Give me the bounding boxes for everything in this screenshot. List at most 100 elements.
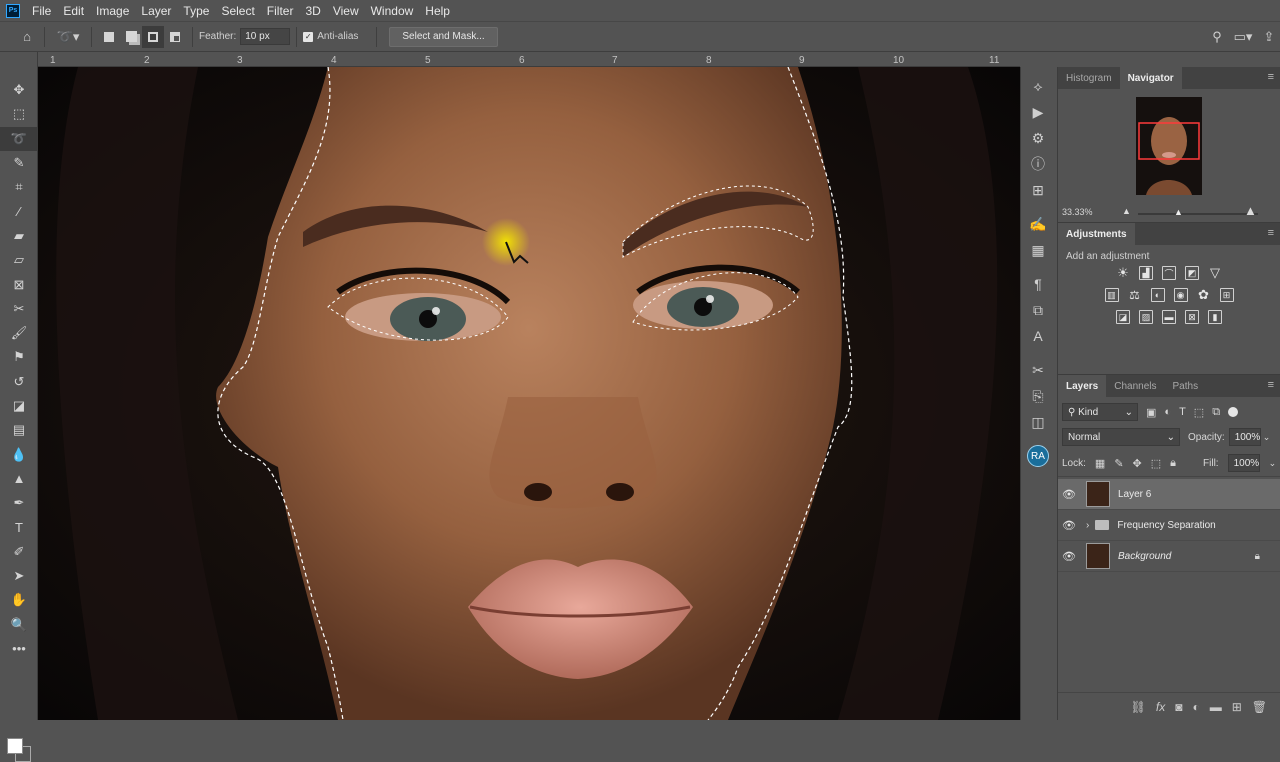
- eraser-tool-icon[interactable]: ◪: [0, 394, 38, 418]
- hue-saturation-icon[interactable]: ▥: [1104, 288, 1119, 302]
- filter-smart-object-icon[interactable]: ⧉: [1212, 406, 1220, 419]
- layer-row-frequency-separation[interactable]: 👁︎ › Frequency Separation: [1058, 510, 1280, 541]
- tab-histogram[interactable]: Histogram: [1058, 67, 1120, 89]
- actions-play-icon[interactable]: ▶: [1021, 99, 1055, 125]
- lock-position-icon[interactable]: ✥: [1133, 457, 1142, 470]
- move-tool-icon[interactable]: ✥: [0, 78, 38, 102]
- new-group-icon[interactable]: ▬: [1210, 700, 1222, 714]
- menu-help[interactable]: Help: [419, 4, 456, 18]
- layer-row-layer-6[interactable]: 👁︎ Layer 6: [1058, 479, 1280, 510]
- layer-filter-dropdown[interactable]: ⚲ Kind ⌄: [1062, 403, 1138, 421]
- lock-artboard-icon[interactable]: ⬚: [1151, 457, 1161, 470]
- menu-type[interactable]: Type: [177, 4, 215, 18]
- add-mask-icon[interactable]: ◙: [1175, 700, 1182, 714]
- new-adjustment-layer-icon[interactable]: ◐: [1192, 700, 1199, 714]
- blur-tool-icon[interactable]: 💧: [0, 442, 38, 466]
- more-tools-icon[interactable]: •••: [0, 637, 38, 661]
- menu-select[interactable]: Select: [215, 4, 260, 18]
- type-tool-icon[interactable]: T: [0, 515, 38, 539]
- clone-source-icon[interactable]: ⧉: [1021, 297, 1055, 323]
- brushes-icon[interactable]: ▦: [1021, 237, 1055, 263]
- layer-effects-icon[interactable]: fx: [1156, 700, 1165, 714]
- intersect-selection-icon[interactable]: [164, 26, 186, 48]
- antialias-checkbox[interactable]: ✓: [303, 31, 314, 42]
- menu-filter[interactable]: Filter: [261, 4, 300, 18]
- pen-tool-icon[interactable]: ✒: [0, 491, 38, 515]
- lock-transparent-icon[interactable]: ▦: [1095, 457, 1105, 470]
- lasso-tool-preset-icon[interactable]: ➰▾: [51, 26, 85, 48]
- tab-adjustments[interactable]: Adjustments: [1058, 223, 1135, 245]
- visibility-eye-icon[interactable]: 👁︎: [1058, 488, 1080, 501]
- navigator-zoom-value[interactable]: 33.33%: [1062, 207, 1093, 217]
- lasso-tool-icon[interactable]: ➰: [0, 126, 38, 151]
- foreground-color-swatch[interactable]: [7, 738, 23, 754]
- character-icon[interactable]: A: [1021, 323, 1055, 349]
- filter-toggle-icon[interactable]: [1228, 407, 1239, 417]
- selective-color-icon[interactable]: ⊠: [1185, 310, 1199, 324]
- exposure-icon[interactable]: ◩: [1185, 266, 1199, 280]
- filter-pixel-icon[interactable]: ▣: [1146, 406, 1156, 419]
- hand-tool-icon[interactable]: ✋: [0, 588, 38, 612]
- menu-3d[interactable]: 3D: [299, 4, 326, 18]
- direct-select-icon[interactable]: ➤: [0, 564, 38, 588]
- history-brush-icon[interactable]: ↺: [0, 370, 38, 394]
- dodge-tool-icon[interactable]: ▲: [0, 467, 38, 491]
- navigator-thumbnail[interactable]: [1136, 97, 1202, 195]
- menu-edit[interactable]: Edit: [57, 4, 90, 18]
- new-selection-icon[interactable]: [98, 26, 120, 48]
- invert-icon[interactable]: ◪: [1116, 310, 1130, 324]
- add-selection-icon[interactable]: [120, 26, 142, 48]
- brush-settings-icon[interactable]: ✍: [1021, 211, 1055, 237]
- path-select-icon[interactable]: ✐: [0, 540, 38, 564]
- quick-select-tool-icon[interactable]: ✎: [0, 151, 38, 175]
- tool-presets-icon[interactable]: ✂: [1021, 357, 1055, 383]
- photo-filter-icon[interactable]: ◉: [1173, 288, 1188, 302]
- crop-tool-icon[interactable]: ⌗: [0, 175, 38, 199]
- menu-window[interactable]: Window: [365, 4, 420, 18]
- properties-icon[interactable]: ⚙: [1021, 125, 1055, 151]
- black-white-icon[interactable]: ◐: [1150, 288, 1165, 302]
- panel-menu-icon[interactable]: ≡: [1268, 379, 1274, 391]
- user-avatar[interactable]: RA: [1021, 443, 1055, 469]
- tab-paths[interactable]: Paths: [1165, 375, 1207, 397]
- new-layer-icon[interactable]: ⊞: [1232, 700, 1242, 714]
- brightness-contrast-icon[interactable]: ☀: [1116, 265, 1130, 280]
- delete-layer-icon[interactable]: 🗑︎: [1252, 700, 1267, 714]
- filter-shape-icon[interactable]: ⬚: [1194, 406, 1204, 419]
- subtract-selection-icon[interactable]: [142, 25, 164, 48]
- lock-image-icon[interactable]: ✎: [1114, 457, 1123, 470]
- color-swatches[interactable]: [5, 732, 33, 762]
- history-icon[interactable]: ⎘: [1021, 383, 1055, 409]
- workspace-icon[interactable]: ▭▾: [1228, 26, 1258, 48]
- marquee-tool-icon[interactable]: ⬚: [0, 102, 38, 126]
- gradient-map-icon[interactable]: ▮: [1208, 310, 1222, 324]
- link-layers-icon[interactable]: ⛓: [1131, 700, 1146, 714]
- feather-input[interactable]: [240, 28, 291, 45]
- chevron-right-icon[interactable]: ›: [1086, 520, 1089, 531]
- search-icon[interactable]: ⚲: [1206, 26, 1228, 48]
- select-and-mask-button[interactable]: Select and Mask...: [389, 26, 498, 47]
- document-canvas[interactable]: [38, 67, 1020, 720]
- navigator-zoom-slider[interactable]: ▲ ▲ ▲: [1122, 203, 1278, 218]
- clone-stamp-icon[interactable]: ⚑: [0, 345, 38, 369]
- grid-icon[interactable]: ⊞: [1021, 177, 1055, 203]
- filter-adjustment-icon[interactable]: ◐: [1164, 406, 1171, 418]
- tab-layers[interactable]: Layers: [1058, 375, 1107, 397]
- blend-mode-dropdown[interactable]: Normal ⌄: [1062, 428, 1180, 446]
- info-icon[interactable]: ⓘ: [1021, 151, 1055, 177]
- gradient-tool-icon[interactable]: ▤: [0, 418, 38, 442]
- panel-menu-icon[interactable]: ≡: [1268, 227, 1274, 239]
- menu-layer[interactable]: Layer: [135, 4, 177, 18]
- threshold-icon[interactable]: ▬: [1162, 310, 1176, 324]
- levels-icon[interactable]: ▟: [1139, 266, 1153, 280]
- visibility-eye-icon[interactable]: 👁︎: [1058, 550, 1080, 563]
- menu-file[interactable]: File: [26, 4, 57, 18]
- zoom-tool-icon[interactable]: 🔍: [0, 613, 38, 637]
- curves-icon[interactable]: ⌒: [1162, 266, 1176, 280]
- channel-mixer-icon[interactable]: ✿: [1197, 287, 1211, 302]
- visibility-eye-icon[interactable]: 👁︎: [1058, 519, 1080, 532]
- libraries-icon[interactable]: ◫: [1021, 409, 1055, 435]
- tab-navigator[interactable]: Navigator: [1119, 67, 1182, 89]
- filter-type-icon[interactable]: T: [1179, 406, 1186, 418]
- chevron-down-icon[interactable]: ⌄: [1269, 458, 1277, 469]
